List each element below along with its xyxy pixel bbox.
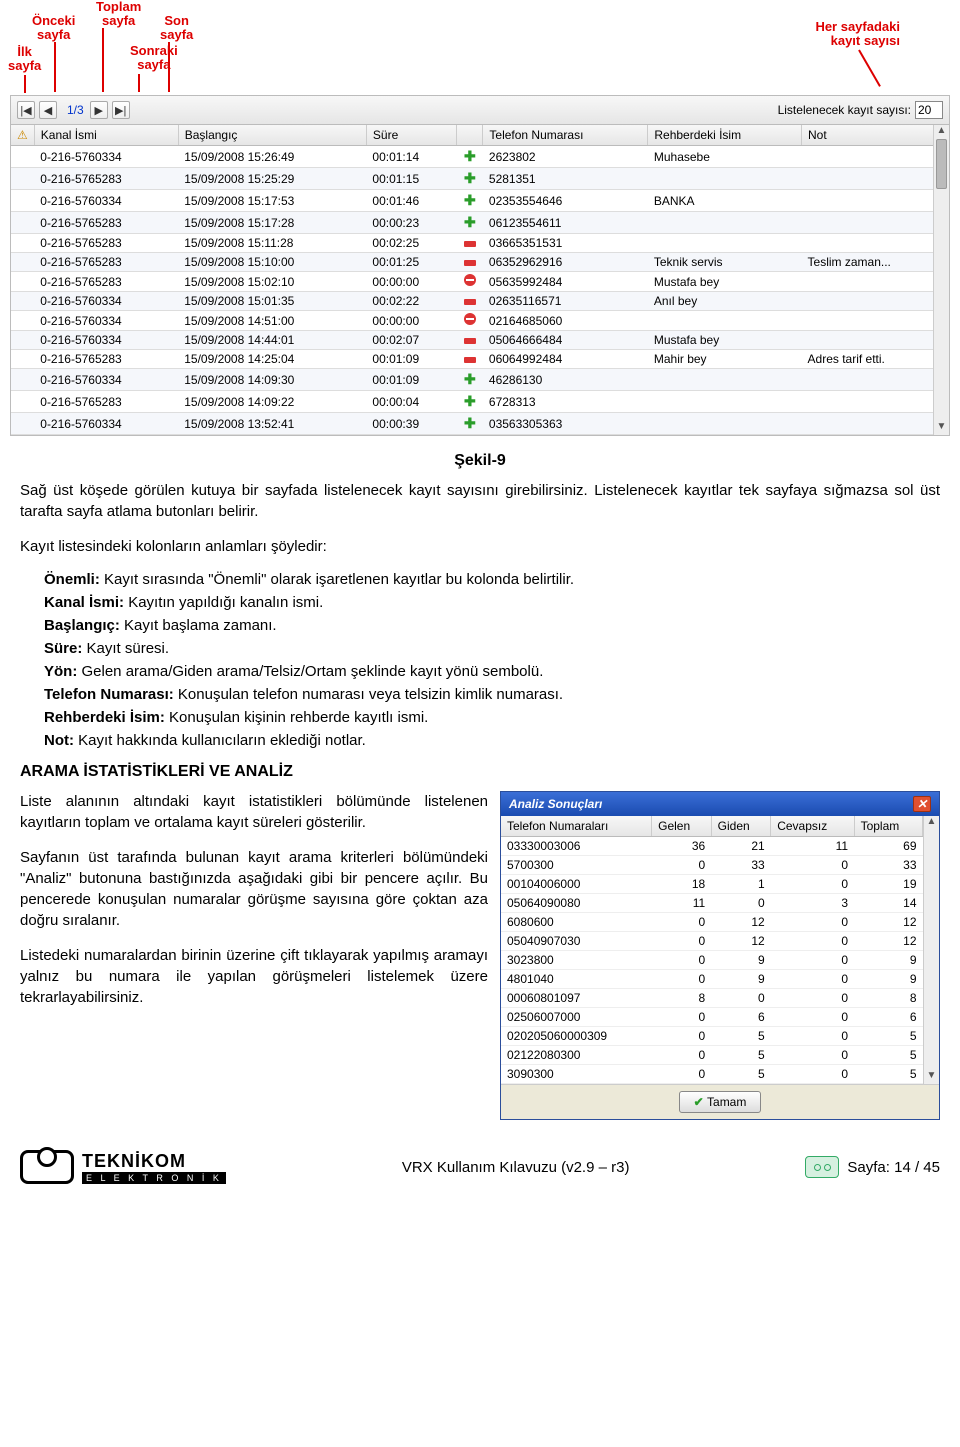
outgoing-icon [464, 260, 476, 266]
scroll-thumb[interactable] [936, 139, 947, 189]
table-row[interactable]: 5700300033033 [501, 856, 923, 875]
incoming-icon: ✚ [464, 214, 476, 230]
col-important[interactable]: ⚠ [11, 125, 34, 146]
incoming-icon: ✚ [464, 415, 476, 431]
table-row[interactable]: 0-216-576033415/09/2008 15:01:3500:02:22… [11, 292, 949, 311]
table-row[interactable]: 00104006000181019 [501, 875, 923, 894]
page-number: Sayfa: 14 / 45 [847, 1159, 940, 1176]
table-row[interactable]: 0-216-576528315/09/2008 14:25:0400:01:09… [11, 350, 949, 369]
table-row[interactable]: 0-216-576528315/09/2008 15:10:0000:01:25… [11, 253, 949, 272]
records-grid[interactable]: ⚠ Kanal İsmi Başlangıç Süre Telefon Numa… [11, 125, 949, 435]
section-title-analiz: ARAMA İSTATİSTİKLERİ VE ANALİZ [20, 763, 940, 781]
incoming-icon: ✚ [464, 371, 476, 387]
pagination-toolbar: |◀ ◀ 1/3 ▶ ▶| Listelenecek kayıt sayısı: [10, 95, 950, 125]
ann-pagesize: Her sayfadakikayıt sayısı [815, 20, 900, 49]
dcol-tel[interactable]: Telefon Numaraları [501, 816, 652, 837]
page-footer: TEKNİKOM E L E K T R O N İ K VRX Kullanı… [20, 1150, 940, 1184]
ann-total: Toplamsayfa [96, 0, 141, 29]
col-rehber[interactable]: Rehberdeki İsim [648, 125, 802, 146]
ann-prev: Öncekisayfa [32, 14, 75, 43]
scroll-down-icon[interactable]: ▼ [934, 421, 949, 435]
table-row[interactable]: 30238000909 [501, 951, 923, 970]
dialog-title-text: Analiz Sonuçları [509, 797, 602, 811]
col-kanal[interactable]: Kanal İsmi [34, 125, 178, 146]
table-row[interactable]: 05040907030012012 [501, 932, 923, 951]
brand-sub: E L E K T R O N İ K [82, 1172, 226, 1184]
prev-page-button[interactable]: ◀ [39, 101, 57, 119]
ok-button[interactable]: Tamam [679, 1091, 762, 1113]
outgoing-icon [464, 357, 476, 363]
column-definitions: Önemli: Kayıt sırasında "Önemli" olarak … [44, 571, 960, 749]
close-icon[interactable]: ✕ [913, 796, 931, 812]
table-row[interactable]: 0-216-576528315/09/2008 15:25:2900:01:15… [11, 168, 949, 190]
para-intro: Sağ üst köşede görülen kutuya bir sayfad… [20, 480, 940, 522]
col-sure[interactable]: Süre [366, 125, 456, 146]
table-row[interactable]: 025060070000606 [501, 1008, 923, 1027]
missed-icon [464, 274, 476, 286]
records-grid-wrap: ⚠ Kanal İsmi Başlangıç Süre Telefon Numa… [10, 125, 950, 436]
table-row[interactable]: 0333000300636211169 [501, 837, 923, 856]
cassette-icon [805, 1156, 839, 1178]
table-row[interactable]: 0-216-576528315/09/2008 15:02:1000:00:00… [11, 272, 949, 292]
table-row[interactable]: 0-216-576033415/09/2008 13:52:4100:00:39… [11, 413, 949, 435]
table-row[interactable]: 0-216-576033415/09/2008 14:51:0000:00:00… [11, 311, 949, 331]
analiz-text: Liste alanının altındaki kayıt istatisti… [20, 791, 488, 1120]
dlg-scroll-down-icon[interactable]: ▼ [924, 1070, 939, 1084]
incoming-icon: ✚ [464, 170, 476, 186]
pagesize-input[interactable] [915, 101, 943, 119]
table-row[interactable]: 05064090080110314 [501, 894, 923, 913]
table-row[interactable]: 021220803000505 [501, 1046, 923, 1065]
analiz-grid[interactable]: Telefon Numaraları Gelen Giden Cevapsız … [501, 816, 923, 1084]
table-row[interactable]: 30903000505 [501, 1065, 923, 1084]
pagesize-label: Listelenecek kayıt sayısı: [778, 103, 911, 117]
first-page-button[interactable]: |◀ [17, 101, 35, 119]
dialog-scrollbar[interactable]: ▲ ▼ [923, 816, 939, 1084]
next-page-button[interactable]: ▶ [90, 101, 108, 119]
col-telefon[interactable]: Telefon Numarası [483, 125, 648, 146]
table-row[interactable]: 0-216-576033415/09/2008 15:17:5300:01:46… [11, 190, 949, 212]
table-row[interactable]: 000608010978008 [501, 989, 923, 1008]
page-indicator: 1/3 [67, 103, 84, 117]
ann-last: Sonsayfa [160, 14, 193, 43]
outgoing-icon [464, 338, 476, 344]
para-columns: Kayıt listesindeki kolonların anlamları … [20, 536, 940, 557]
outgoing-icon [464, 299, 476, 305]
outgoing-icon [464, 241, 476, 247]
grid-scrollbar[interactable]: ▲ ▼ [933, 125, 949, 435]
table-row[interactable]: 0-216-576033415/09/2008 14:44:0100:02:07… [11, 331, 949, 350]
table-row[interactable]: 0202050600003090505 [501, 1027, 923, 1046]
table-row[interactable]: 0-216-576528315/09/2008 14:09:2200:00:04… [11, 391, 949, 413]
col-yon[interactable] [457, 125, 483, 146]
ann-first: İlksayfa [8, 45, 41, 74]
incoming-icon: ✚ [464, 192, 476, 208]
table-row[interactable]: 0-216-576528315/09/2008 15:17:2800:00:23… [11, 212, 949, 234]
dcol-toplam[interactable]: Toplam [854, 816, 922, 837]
logo-mark-icon [20, 1150, 74, 1184]
ann-next: Sonrakisayfa [130, 44, 178, 73]
incoming-icon: ✚ [464, 393, 476, 409]
scroll-up-icon[interactable]: ▲ [934, 125, 949, 139]
doc-title: VRX Kullanım Kılavuzu (v2.9 – r3) [402, 1159, 630, 1176]
table-row[interactable]: 48010400909 [501, 970, 923, 989]
brand-name: TEKNİKOM [82, 1151, 226, 1172]
table-row[interactable]: 6080600012012 [501, 913, 923, 932]
figure-caption: Şekil-9 [0, 452, 960, 470]
incoming-icon: ✚ [464, 148, 476, 164]
pagination-annotations: İlksayfa Öncekisayfa Toplamsayfa Sonraki… [0, 0, 960, 95]
dcol-giden[interactable]: Giden [711, 816, 771, 837]
table-row[interactable]: 0-216-576033415/09/2008 15:26:4900:01:14… [11, 146, 949, 168]
missed-icon [464, 313, 476, 325]
dcol-cevapsiz[interactable]: Cevapsız [771, 816, 854, 837]
table-row[interactable]: 0-216-576528315/09/2008 15:11:2800:02:25… [11, 234, 949, 253]
table-row[interactable]: 0-216-576033415/09/2008 14:09:3000:01:09… [11, 369, 949, 391]
dcol-gelen[interactable]: Gelen [652, 816, 712, 837]
grid-header-row: ⚠ Kanal İsmi Başlangıç Süre Telefon Numa… [11, 125, 949, 146]
analiz-dialog: Analiz Sonuçları ✕ Telefon Numaraları Ge… [500, 791, 940, 1120]
dlg-scroll-up-icon[interactable]: ▲ [924, 816, 939, 830]
brand-logo: TEKNİKOM E L E K T R O N İ K [20, 1150, 226, 1184]
last-page-button[interactable]: ▶| [112, 101, 130, 119]
col-not[interactable]: Not [802, 125, 949, 146]
col-baslangic[interactable]: Başlangıç [178, 125, 366, 146]
dialog-titlebar[interactable]: Analiz Sonuçları ✕ [501, 792, 939, 816]
